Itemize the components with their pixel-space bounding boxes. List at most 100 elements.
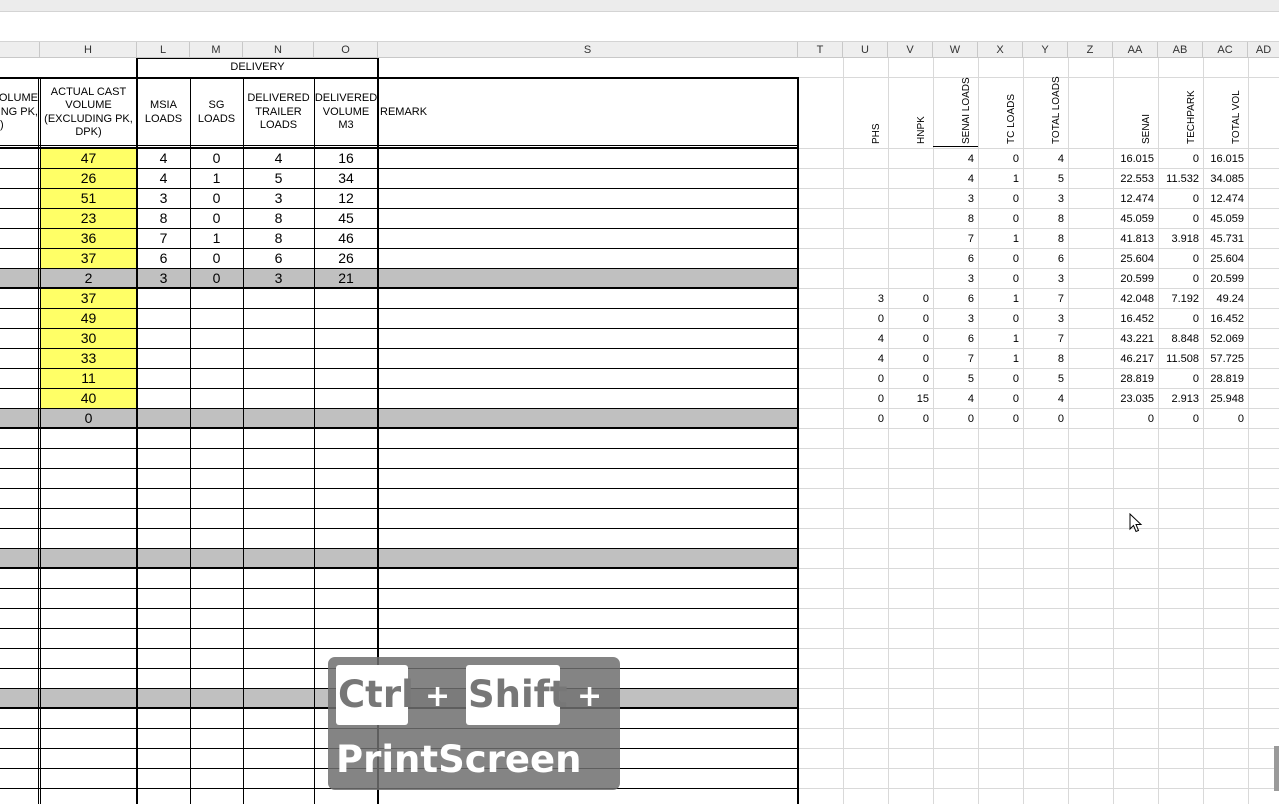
right-cell[interactable]: 25.604 <box>1203 249 1244 269</box>
cell-l[interactable]: 8 <box>137 208 190 228</box>
right-cell[interactable]: 0 <box>978 189 1019 209</box>
right-cell[interactable]: 3.918 <box>1158 229 1199 249</box>
cell-n[interactable]: 3 <box>243 268 314 288</box>
right-cell[interactable]: 49.24 <box>1203 289 1244 309</box>
right-cell[interactable]: 0 <box>888 369 929 389</box>
right-cell[interactable]: 7 <box>1023 289 1064 309</box>
right-cell[interactable]: 8.848 <box>1158 329 1199 349</box>
column-header-o[interactable]: O <box>314 42 378 58</box>
cell-l[interactable]: 6 <box>137 248 190 268</box>
right-cell[interactable]: 0 <box>1158 309 1199 329</box>
right-cell[interactable]: 0 <box>1158 409 1199 429</box>
right-cell[interactable]: 0 <box>978 309 1019 329</box>
cell-l[interactable]: 4 <box>137 168 190 188</box>
right-cell[interactable]: 0 <box>978 209 1019 229</box>
right-cell[interactable]: 45.731 <box>1203 229 1244 249</box>
right-cell[interactable]: 0 <box>843 309 884 329</box>
cell-m[interactable]: 0 <box>190 188 243 208</box>
right-cell[interactable]: 1 <box>978 289 1019 309</box>
cell-n[interactable]: 4 <box>243 148 314 168</box>
right-cell[interactable]: 8 <box>1023 229 1064 249</box>
right-cell[interactable]: 22.553 <box>1113 169 1154 189</box>
column-header-aa[interactable]: AA <box>1113 42 1158 58</box>
right-cell[interactable]: 4 <box>933 389 974 409</box>
cell-h[interactable]: 11 <box>40 368 137 388</box>
right-cell[interactable]: 42.048 <box>1113 289 1154 309</box>
right-cell[interactable]: 3 <box>1023 189 1064 209</box>
right-cell[interactable]: 3 <box>933 269 974 289</box>
right-cell[interactable]: 7 <box>1023 329 1064 349</box>
right-cell[interactable]: 28.819 <box>1203 369 1244 389</box>
right-cell[interactable]: 0 <box>888 349 929 369</box>
right-cell[interactable]: 0 <box>978 369 1019 389</box>
right-cell[interactable]: 15 <box>888 389 929 409</box>
cell-m[interactable]: 0 <box>190 208 243 228</box>
column-header-w[interactable]: W <box>933 42 978 58</box>
cell-h[interactable]: 30 <box>40 328 137 348</box>
right-cell[interactable]: 43.221 <box>1113 329 1154 349</box>
column-header-x[interactable]: X <box>978 42 1023 58</box>
cell-h[interactable]: 26 <box>40 168 137 188</box>
right-cell[interactable]: 4 <box>933 169 974 189</box>
column-header-t[interactable]: T <box>798 42 843 58</box>
right-cell[interactable]: 12.474 <box>1203 189 1244 209</box>
right-cell[interactable]: 0 <box>1158 149 1199 169</box>
cell-o[interactable]: 12 <box>314 188 378 208</box>
right-cell[interactable]: 1 <box>978 169 1019 189</box>
right-cell[interactable]: 4 <box>933 149 974 169</box>
right-cell[interactable]: 11.508 <box>1158 349 1199 369</box>
cell-o[interactable]: 26 <box>314 248 378 268</box>
right-cell[interactable]: 0 <box>843 369 884 389</box>
cell-n[interactable]: 8 <box>243 208 314 228</box>
cell-o[interactable]: 16 <box>314 148 378 168</box>
right-cell[interactable]: 1 <box>978 229 1019 249</box>
right-cell[interactable]: 12.474 <box>1113 189 1154 209</box>
right-cell[interactable]: 0 <box>1113 409 1154 429</box>
cell-l[interactable]: 3 <box>137 188 190 208</box>
cell-o[interactable]: 34 <box>314 168 378 188</box>
cell-n[interactable]: 3 <box>243 188 314 208</box>
column-header-z[interactable]: Z <box>1068 42 1113 58</box>
right-cell[interactable]: 5 <box>1023 169 1064 189</box>
cell-h[interactable]: 51 <box>40 188 137 208</box>
column-header-v[interactable]: V <box>888 42 933 58</box>
right-cell[interactable]: 6 <box>933 289 974 309</box>
right-cell[interactable]: 4 <box>1023 149 1064 169</box>
spreadsheet-grid[interactable]: DELIVERY OLUME NG PK, ) ACTUAL CAST VOLU… <box>0 58 1279 804</box>
right-cell[interactable]: 3 <box>843 289 884 309</box>
right-cell[interactable]: 4 <box>1023 389 1064 409</box>
right-cell[interactable]: 0 <box>978 149 1019 169</box>
right-cell[interactable]: 0 <box>978 389 1019 409</box>
right-cell[interactable]: 0 <box>888 409 929 429</box>
right-cell[interactable]: 57.725 <box>1203 349 1244 369</box>
right-cell[interactable]: 45.059 <box>1203 209 1244 229</box>
right-cell[interactable]: 0 <box>1023 409 1064 429</box>
right-cell[interactable]: 23.035 <box>1113 389 1154 409</box>
column-header-m[interactable]: M <box>190 42 243 58</box>
right-cell[interactable]: 0 <box>888 329 929 349</box>
right-cell[interactable]: 20.599 <box>1203 269 1244 289</box>
cell-m[interactable]: 1 <box>190 228 243 248</box>
cell-h[interactable]: 37 <box>40 248 137 268</box>
right-cell[interactable]: 8 <box>933 209 974 229</box>
cell-m[interactable]: 0 <box>190 248 243 268</box>
right-cell[interactable]: 3 <box>933 309 974 329</box>
right-cell[interactable]: 4 <box>843 329 884 349</box>
cell-h[interactable]: 23 <box>40 208 137 228</box>
cell-o[interactable]: 21 <box>314 268 378 288</box>
right-cell[interactable]: 0 <box>1203 409 1244 429</box>
cell-h[interactable]: 33 <box>40 348 137 368</box>
right-cell[interactable]: 0 <box>1158 269 1199 289</box>
right-cell[interactable]: 0 <box>978 269 1019 289</box>
cell-n[interactable]: 8 <box>243 228 314 248</box>
right-cell[interactable]: 0 <box>1158 249 1199 269</box>
right-cell[interactable]: 0 <box>1158 189 1199 209</box>
right-cell[interactable]: 3 <box>933 189 974 209</box>
right-cell[interactable]: 4 <box>843 349 884 369</box>
right-cell[interactable]: 7 <box>933 349 974 369</box>
column-header-h[interactable]: H <box>40 42 137 58</box>
cell-o[interactable]: 46 <box>314 228 378 248</box>
cell-m[interactable]: 0 <box>190 268 243 288</box>
right-cell[interactable]: 11.532 <box>1158 169 1199 189</box>
right-cell[interactable]: 16.452 <box>1203 309 1244 329</box>
